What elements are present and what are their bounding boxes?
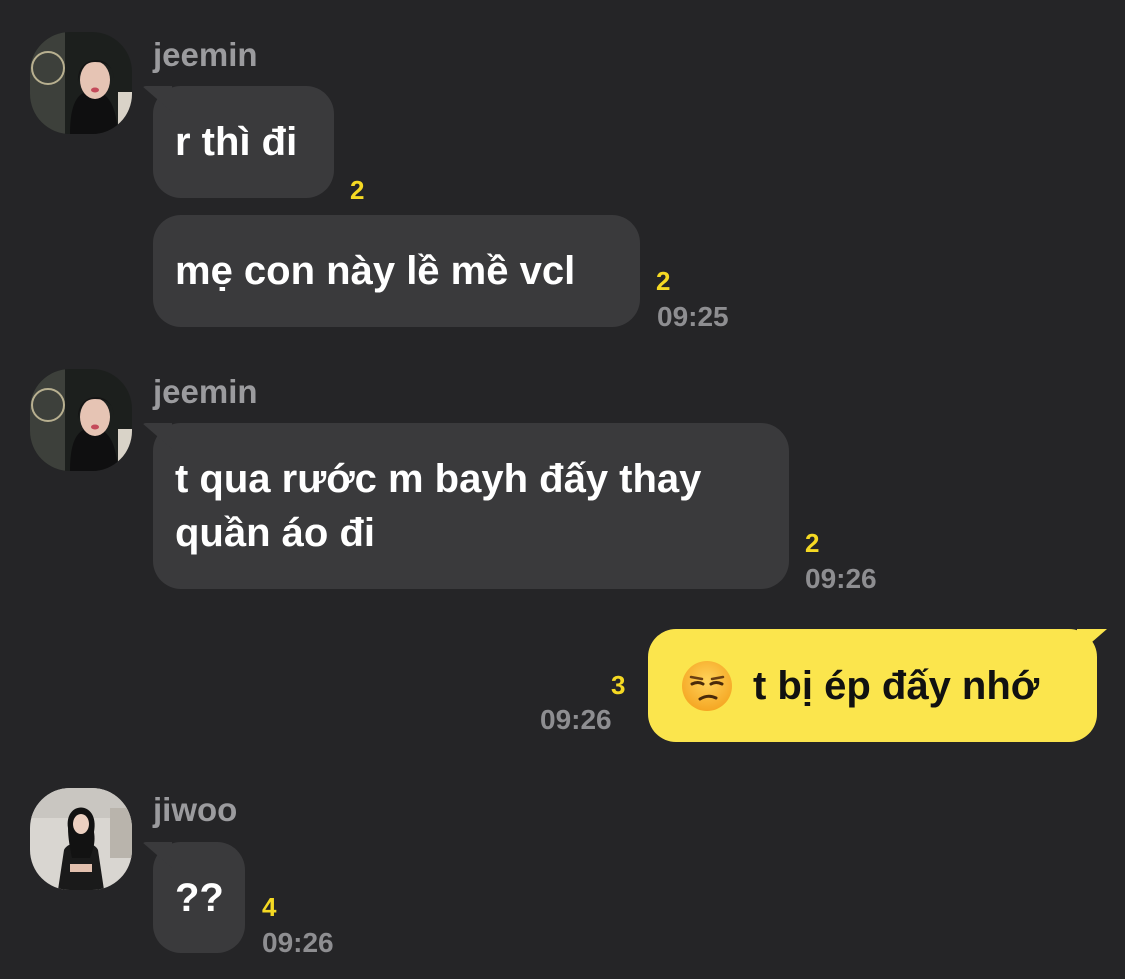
sender-name: jeemin bbox=[153, 36, 258, 73]
sender-name: jiwoo bbox=[153, 791, 238, 828]
chat-view: jeemin r thì đi 2 mẹ con này lề mề vcl 2… bbox=[0, 0, 1125, 979]
timestamp: 09:26 bbox=[540, 704, 612, 735]
profile-photo-icon bbox=[30, 788, 132, 890]
sender-name: jeemin bbox=[153, 373, 258, 410]
unamused-face-icon bbox=[681, 660, 733, 712]
unread-count: 2 bbox=[350, 175, 365, 205]
message-bubble-outgoing[interactable]: t bị ép đấy nhớ bbox=[648, 629, 1097, 742]
message-text: mẹ con này lề mề vcl bbox=[175, 249, 576, 293]
unread-count: 2 bbox=[805, 528, 820, 558]
timestamp: 09:25 bbox=[657, 301, 729, 332]
message-bubble[interactable]: t qua rước m bayh đấy thay quần áo đi bbox=[153, 423, 789, 589]
avatar-jeemin[interactable] bbox=[30, 369, 132, 471]
message-text: t bị ép đấy nhớ bbox=[753, 663, 1040, 708]
message-bubble[interactable]: mẹ con này lề mề vcl bbox=[153, 215, 640, 327]
timestamp: 09:26 bbox=[805, 563, 877, 594]
message-bubble[interactable]: ?? bbox=[153, 842, 245, 953]
profile-photo-icon bbox=[30, 32, 132, 134]
unread-count: 3 bbox=[611, 670, 626, 700]
message-text: r thì đi bbox=[175, 120, 298, 164]
avatar-jiwoo[interactable] bbox=[30, 788, 132, 890]
message-text-line: quần áo đi bbox=[175, 511, 375, 555]
message-text: ?? bbox=[175, 876, 224, 920]
timestamp: 09:26 bbox=[262, 927, 334, 958]
unread-count: 4 bbox=[262, 892, 277, 922]
unread-count: 2 bbox=[656, 266, 671, 296]
message-text-line: t qua rước m bayh đấy thay bbox=[175, 457, 702, 501]
profile-photo-icon bbox=[30, 369, 132, 471]
message-bubble[interactable]: r thì đi bbox=[153, 86, 334, 198]
avatar-jeemin[interactable] bbox=[30, 32, 132, 134]
